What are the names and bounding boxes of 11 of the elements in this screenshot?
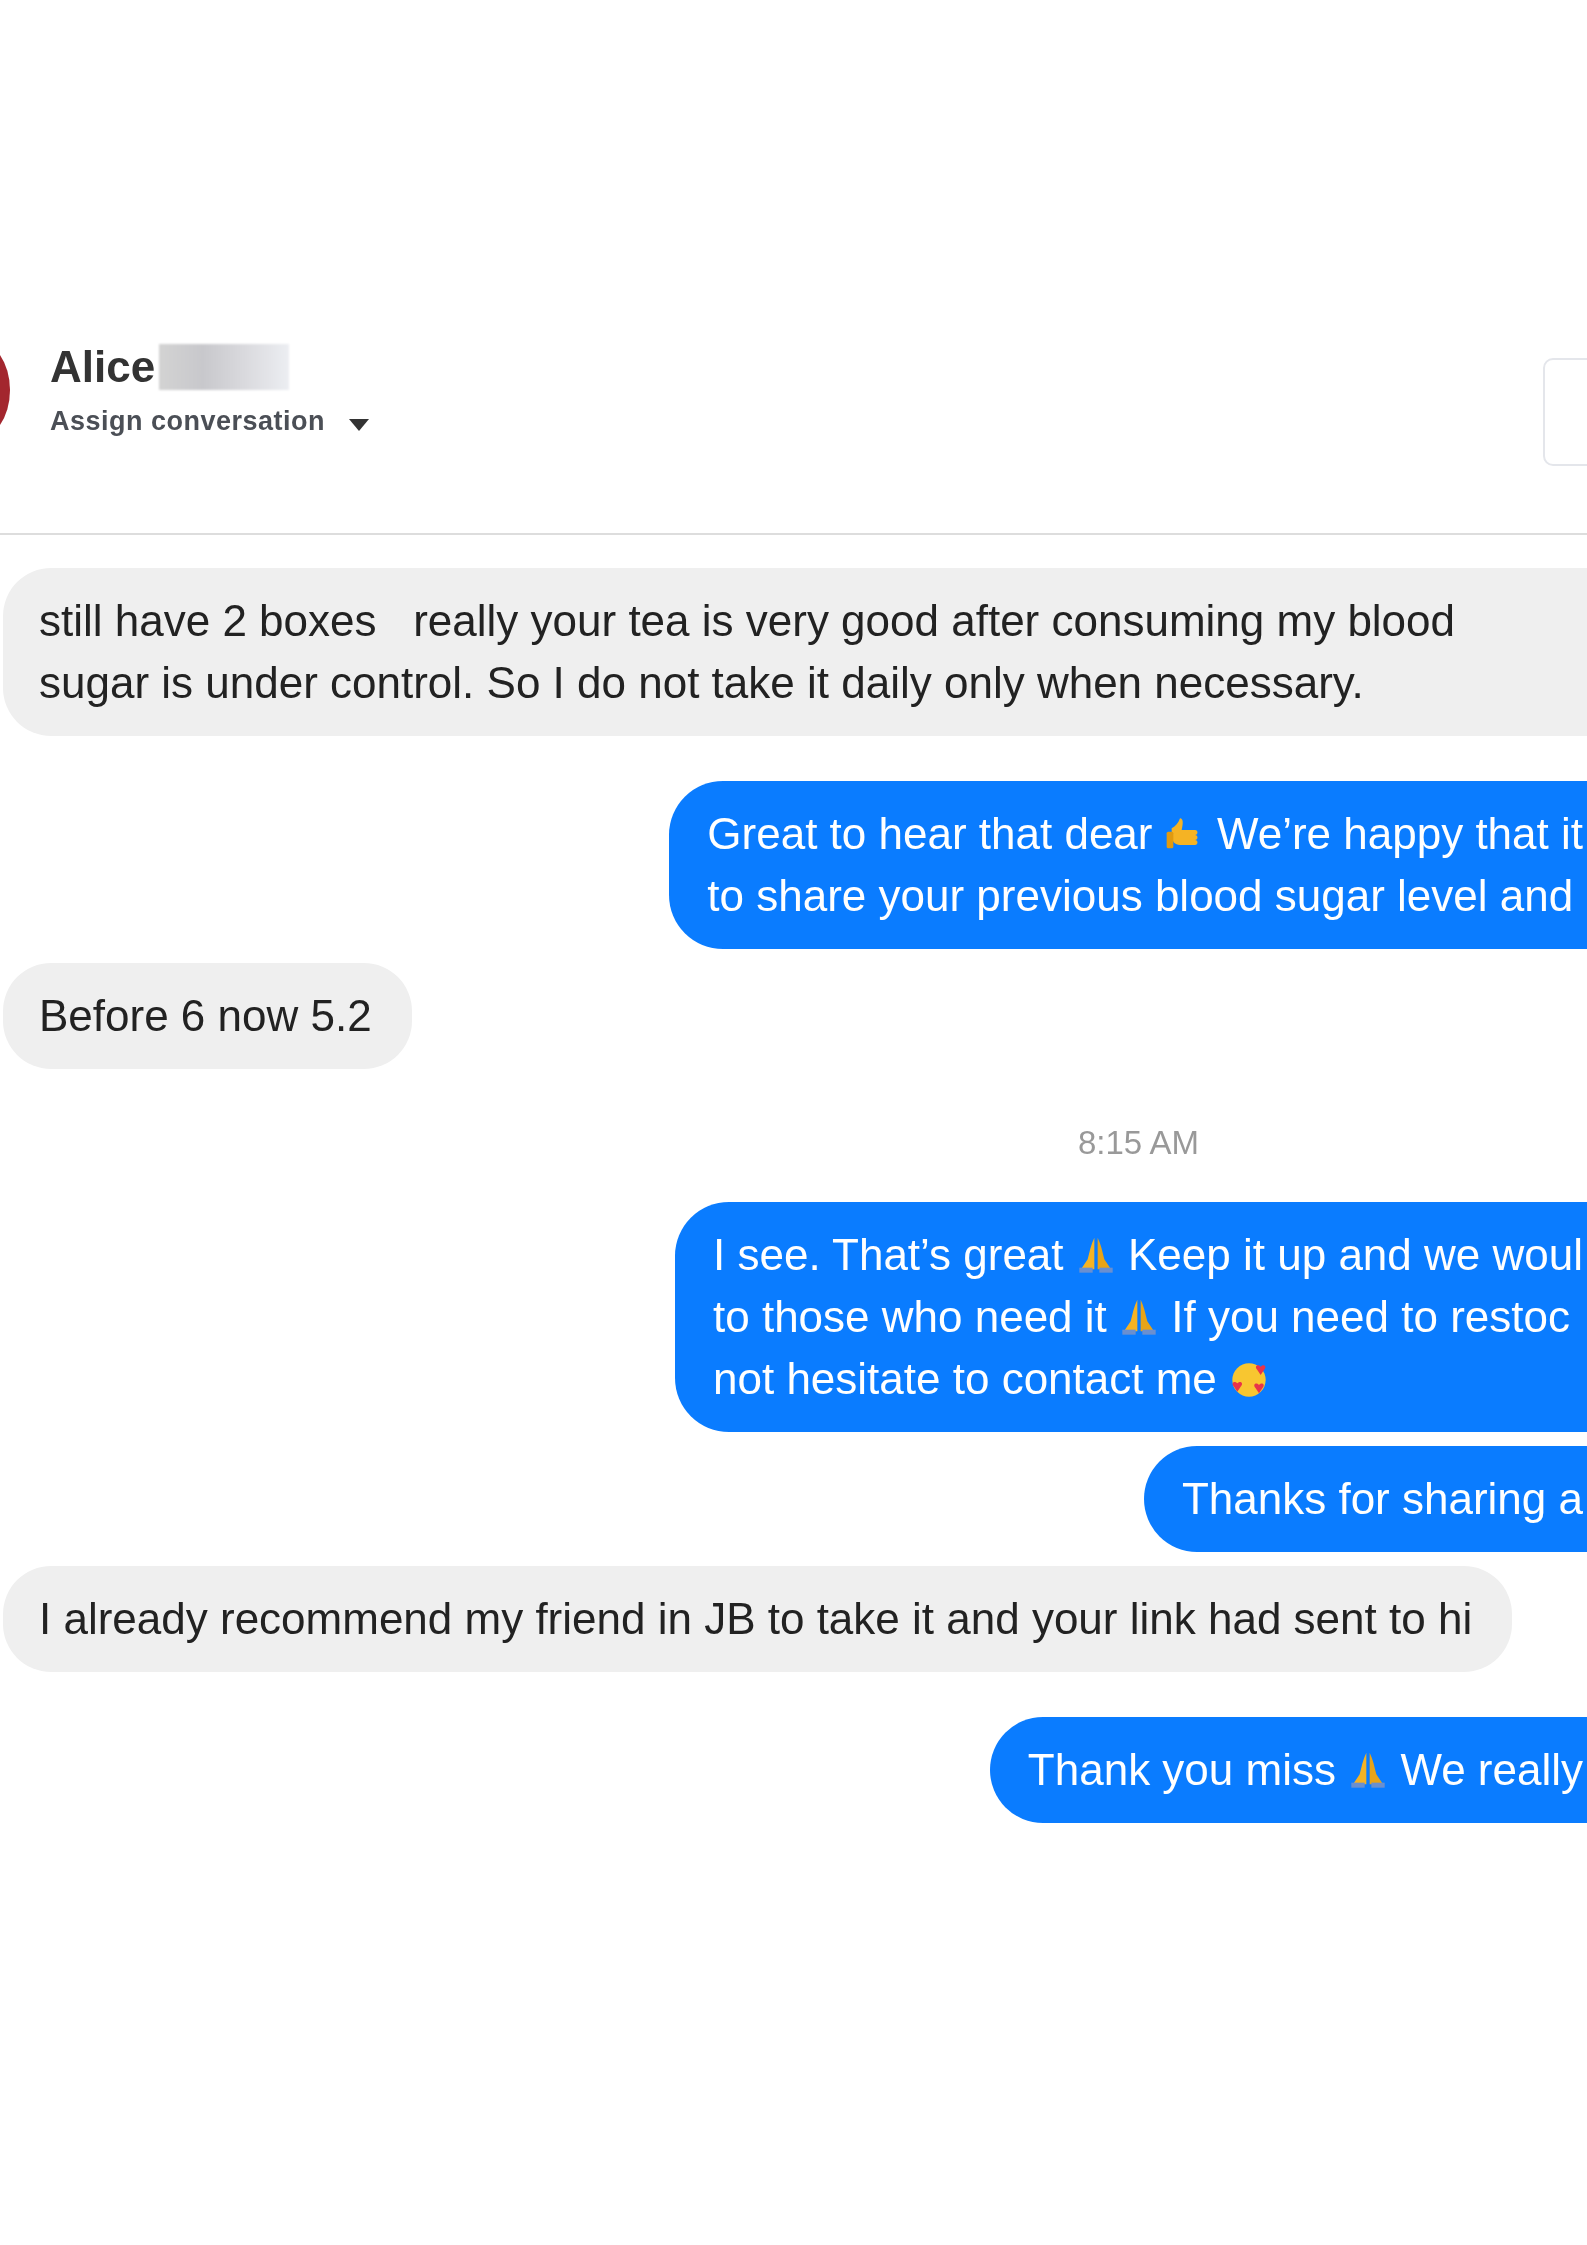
message-text: Thank you miss We really — [1027, 1744, 1583, 1796]
caret-icon — [349, 418, 370, 431]
message-time: 8:15 AM — [1077, 1124, 1200, 1162]
message-text: I see. That’s great Keep it up and we woul to those who need it If you need to restoc not hesitate to contact me — [713, 1229, 1583, 1405]
message-text: I already recommend my friend in JB to take it and your link had sent to hi — [39, 1593, 1473, 1645]
assign-conversation-dropdown[interactable]: Assign conversation — [50, 406, 370, 437]
message-text: Great to hear that dear We’re happy that it to share your previous blood sugar level and — [707, 808, 1583, 922]
message-text: Thanks for sharing a — [1181, 1473, 1583, 1525]
message-text: Before 6 now 5.2 — [39, 990, 372, 1042]
contact-name: Alice — [50, 342, 156, 392]
message-text: still have 2 boxes really your tea is very good after consuming my blood sugar is under control. So I do not take it daily only when necessary. — [39, 595, 1457, 709]
